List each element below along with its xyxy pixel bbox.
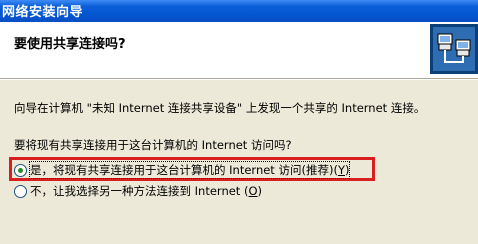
network-computers-icon [430, 24, 478, 74]
title-bar[interactable]: 网络安装向导 [0, 0, 478, 22]
wizard-question: 要将现有共享连接用于这台计算机的 Internet 访问吗? [14, 138, 292, 152]
window-title: 网络安装向导 [2, 5, 84, 20]
option-choose-other-method[interactable]: 不，让我选择另一种方法连接到 Internet (O) [14, 183, 262, 199]
accelerator-key: O [248, 184, 258, 198]
accelerator-key: Y [337, 163, 345, 177]
option-label-yes[interactable]: 是，将现有共享连接用于这台计算机的 Internet 访问(推荐)(Y) [28, 161, 351, 179]
radio-button-unselected[interactable] [14, 184, 27, 198]
header-divider [0, 79, 478, 80]
option-use-shared-connection[interactable]: 是，将现有共享连接用于这台计算机的 Internet 访问(推荐)(Y) [14, 161, 351, 179]
option-label-no[interactable]: 不，让我选择另一种方法连接到 Internet (O) [30, 183, 262, 199]
wizard-description: 向导在计算机 "未知 Internet 连接共享设备" 上发现一个共享的 Int… [14, 101, 426, 115]
wizard-header: 要使用共享连接吗? [0, 22, 478, 79]
radio-button-selected[interactable] [14, 163, 27, 177]
header-title: 要使用共享连接吗? [14, 37, 126, 52]
